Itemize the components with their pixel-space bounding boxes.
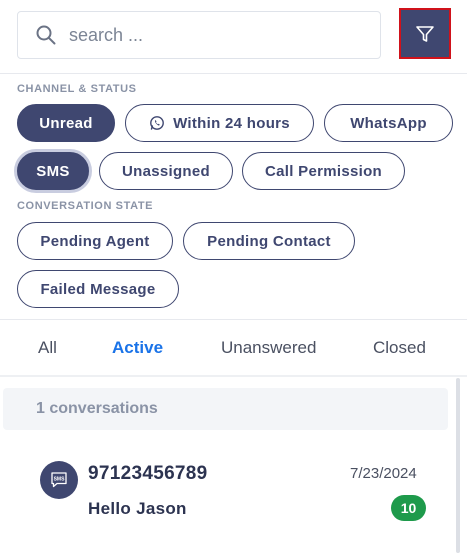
search-input[interactable] <box>69 24 349 46</box>
chip-pending-contact[interactable]: Pending Contact <box>183 222 355 260</box>
conversation-phone: 97123456789 <box>88 463 208 484</box>
conversation-list-item[interactable]: SMS 97123456789 7/23/2024 Hello Jason 10 <box>0 448 450 538</box>
chip-whatsapp[interactable]: WhatsApp <box>324 104 453 142</box>
chip-label: Pending Agent <box>40 232 150 250</box>
tab-active[interactable]: Active <box>112 338 163 358</box>
chip-label: Failed Message <box>40 280 156 298</box>
conversation-count-label: 1 conversations <box>36 400 158 417</box>
chip-unread[interactable]: Unread <box>17 104 115 142</box>
unread-badge: 10 <box>391 495 426 521</box>
chip-label: Unassigned <box>121 162 211 180</box>
chip-label: Unread <box>39 114 93 132</box>
tab-all[interactable]: All <box>38 338 57 358</box>
conversation-panel: CHANNEL & STATUS Unread Within 24 hours … <box>0 0 467 553</box>
chip-label: Pending Contact <box>207 232 331 250</box>
chip-call-permission[interactable]: Call Permission <box>242 152 405 190</box>
chip-pending-agent[interactable]: Pending Agent <box>17 222 173 260</box>
scrollbar[interactable] <box>456 378 460 553</box>
divider <box>0 73 467 74</box>
section-label-conversation-state: CONVERSATION STATE <box>17 200 154 212</box>
section-label-channel-status: CHANNEL & STATUS <box>17 83 137 95</box>
whatsapp-icon <box>149 115 165 131</box>
search-icon <box>35 24 57 46</box>
search-box[interactable] <box>17 11 381 59</box>
chip-label: Within 24 hours <box>173 114 290 132</box>
chip-unassigned[interactable]: Unassigned <box>99 152 233 190</box>
filter-icon <box>403 12 447 55</box>
chip-failed-message[interactable]: Failed Message <box>17 270 179 308</box>
sms-icon: SMS <box>40 461 78 499</box>
tab-unanswered[interactable]: Unanswered <box>221 338 316 358</box>
chip-label: WhatsApp <box>350 114 427 132</box>
svg-text:SMS: SMS <box>54 477 66 483</box>
chip-sms[interactable]: SMS <box>17 152 89 190</box>
conversation-count: 1 conversations <box>3 388 448 430</box>
chip-label: SMS <box>36 162 70 180</box>
tab-closed[interactable]: Closed <box>373 338 426 358</box>
tabs-divider <box>0 375 467 377</box>
chip-within-24-hours[interactable]: Within 24 hours <box>125 104 314 142</box>
conversation-date: 7/23/2024 <box>350 465 417 482</box>
chip-label: Call Permission <box>264 162 383 180</box>
conversation-preview: Hello Jason <box>88 499 187 518</box>
conversation-tabs: All Active Unanswered Closed <box>0 320 467 376</box>
filter-button[interactable] <box>399 8 451 59</box>
